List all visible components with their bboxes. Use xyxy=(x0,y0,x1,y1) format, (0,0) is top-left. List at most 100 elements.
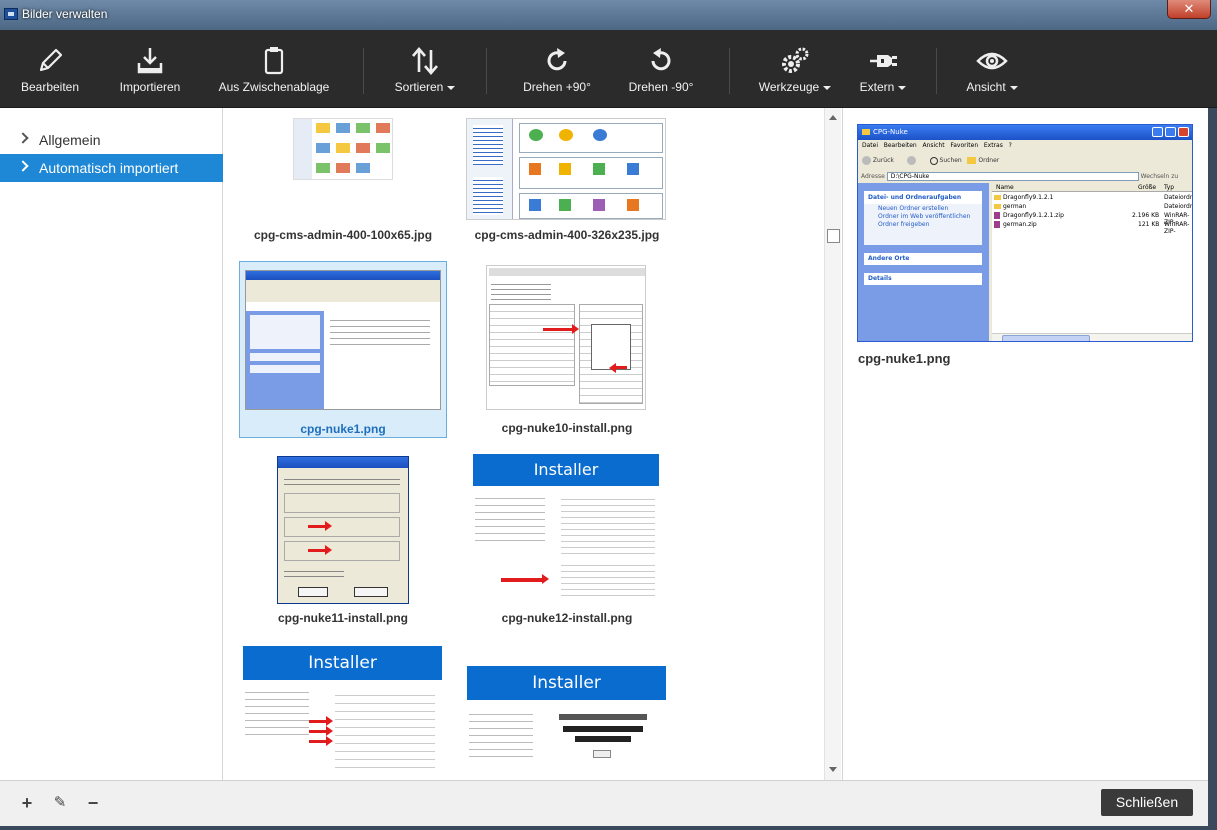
external-label: Extern xyxy=(859,80,895,94)
thumbnail-caption: cpg-cms-admin-400-100x65.jpg xyxy=(253,228,433,242)
sidebar-item-allgemein[interactable]: Allgemein xyxy=(0,126,223,154)
category-sidebar: Allgemein Automatisch importiert xyxy=(0,108,223,780)
close-button[interactable]: Schließen xyxy=(1101,789,1193,816)
sidebar-item-automatisch-importiert[interactable]: Automatisch importiert xyxy=(0,154,223,182)
window-title: Bilder verwalten xyxy=(22,7,108,21)
tasks-box: Datei- und Ordneraufgaben Neuen Ordner e… xyxy=(864,191,982,245)
edit-label: Bearbeiten xyxy=(20,80,80,94)
preview-menubar: Datei Bearbeiten Ansicht Favoriten Extra… xyxy=(862,142,1012,149)
app-icon xyxy=(4,8,18,20)
preview-file-list: Name Größe Typ Dragonfly9.1.2.1 Dateiord… xyxy=(992,183,1192,335)
column-name: Name xyxy=(996,184,1014,191)
menu-item: Ansicht xyxy=(922,142,945,149)
file-type: Dateiordner xyxy=(1164,194,1192,201)
thumbnail-caption: cpg-cms-admin-400-326x235.jpg xyxy=(474,228,660,242)
sidebar-item-label: Automatisch importiert xyxy=(39,160,179,176)
sort-label: Sortieren xyxy=(394,80,444,94)
rotate-plus-90-label: Drehen +90° xyxy=(523,80,591,94)
address-field: D:\CPG-Nuke xyxy=(886,172,1139,181)
thumbnail-caption: cpg-nuke12-install.png xyxy=(501,611,633,625)
view-button[interactable]: Ansicht xyxy=(956,30,1028,108)
file-type: Dateiordner xyxy=(1164,203,1192,210)
scrollbar-thumb[interactable] xyxy=(827,229,840,243)
remove-icon[interactable]: − xyxy=(84,794,102,812)
tasks-box-title: Datei- und Ordneraufgaben xyxy=(864,191,982,204)
back-icon xyxy=(862,156,871,165)
thumbnail-image xyxy=(245,270,441,410)
rotate-plus-90-button[interactable]: Drehen +90° xyxy=(514,30,600,108)
file-size: 121 KB xyxy=(1138,221,1160,228)
scroll-down-icon[interactable] xyxy=(829,767,837,772)
preview-window-titlebar: CPG-Nuke xyxy=(858,125,1192,140)
gallery-item[interactable]: cpg-cms-admin-400-100x65.jpg xyxy=(240,108,446,248)
forward-icon xyxy=(907,156,917,165)
search-label: Suchen xyxy=(939,157,962,164)
menu-item: ? xyxy=(1008,142,1012,149)
file-name: german.zip xyxy=(1003,221,1037,228)
task-item: Ordner freigeben xyxy=(878,221,930,228)
image-gallery: cpg-cms-admin-400-100x65.jpg cpg-cms-adm… xyxy=(224,108,824,780)
thumbnail-image: Installer xyxy=(243,646,442,776)
add-icon[interactable]: + xyxy=(18,794,36,812)
plug-icon xyxy=(870,55,897,67)
toolbar-separator xyxy=(729,48,730,94)
preview-pane: CPG-Nuke Datei Bearbeiten Ansicht Favori… xyxy=(842,108,1208,780)
edit-icon[interactable]: ✎ xyxy=(51,794,69,812)
preview-image: CPG-Nuke Datei Bearbeiten Ansicht Favori… xyxy=(857,124,1193,342)
chevron-down-icon xyxy=(898,85,907,90)
thumbnail-image: Installer xyxy=(467,666,666,772)
external-button[interactable]: Extern xyxy=(852,30,914,108)
from-clipboard-button[interactable]: Aus Zwischenablage xyxy=(218,30,330,108)
edit-button[interactable]: Bearbeiten xyxy=(10,30,90,108)
gallery-item[interactable]: cpg-cms-admin-400-326x235.jpg xyxy=(464,108,670,248)
scroll-up-icon[interactable] xyxy=(829,115,837,120)
menu-item: Datei xyxy=(862,142,879,149)
folder-icon xyxy=(994,204,1001,209)
gallery-item[interactable]: cpg-nuke10-install.png xyxy=(464,261,670,438)
tools-button[interactable]: Werkzeuge xyxy=(752,30,838,108)
address-label: Adresse xyxy=(861,173,885,180)
gears-icon xyxy=(782,47,809,73)
rotate-minus-90-button[interactable]: Drehen -90° xyxy=(620,30,702,108)
pencil-icon xyxy=(39,48,63,72)
thumbnail-image xyxy=(277,456,409,604)
preview-task-pane: Datei- und Ordneraufgaben Neuen Ordner e… xyxy=(858,183,989,341)
file-row: Dragonfly9.1.2.1 Dateiordner xyxy=(992,194,1192,203)
installer-heading: Installer xyxy=(473,454,659,486)
file-row: Dragonfly9.1.2.1.zip 2.196 KB WinRAR-ZIP… xyxy=(992,212,1192,226)
file-row: german Dateiordner xyxy=(992,203,1192,212)
preview-caption: cpg-nuke1.png xyxy=(858,351,951,366)
bottom-bar: + ✎ − Schließen xyxy=(0,780,1208,826)
gallery-item-selected[interactable]: cpg-nuke1.png xyxy=(239,261,447,438)
gallery-item[interactable]: Installer cpg-nuke12-install.png xyxy=(464,454,670,629)
gallery-item[interactable]: cpg-nuke11-install.png xyxy=(240,454,446,629)
window-close-button[interactable]: ✕ xyxy=(1167,0,1211,19)
thumbnail-caption: cpg-nuke1.png xyxy=(300,422,386,436)
installer-heading: Installer xyxy=(467,666,666,700)
gallery-scrollbar[interactable] xyxy=(824,108,841,780)
gallery-item[interactable]: Installer xyxy=(240,644,446,780)
menu-item: Bearbeiten xyxy=(883,142,917,149)
thumbnail-image: Installer xyxy=(473,454,659,604)
sidebar-item-label: Allgemein xyxy=(39,132,101,148)
eye-icon xyxy=(976,52,1008,70)
view-label: Ansicht xyxy=(966,80,1006,94)
import-tray-icon xyxy=(137,48,163,74)
import-button[interactable]: Importieren xyxy=(110,30,190,108)
thumbnail-image xyxy=(486,265,646,410)
chevron-down-icon xyxy=(447,85,456,90)
installer-heading: Installer xyxy=(243,646,442,680)
rotate-counterclockwise-icon xyxy=(651,48,671,71)
thumbnail-image xyxy=(466,118,666,220)
sort-button[interactable]: Sortieren xyxy=(384,30,466,108)
gallery-item[interactable]: Installer xyxy=(464,664,670,780)
chevron-down-icon xyxy=(1009,85,1018,90)
column-size: Größe xyxy=(1138,184,1157,191)
sort-arrows-icon xyxy=(412,47,438,75)
rotate-minus-90-label: Drehen -90° xyxy=(628,80,694,94)
import-label: Importieren xyxy=(119,80,181,94)
from-clipboard-label: Aus Zwischenablage xyxy=(218,80,330,94)
toolbar-separator xyxy=(936,48,937,94)
preview-hscrollbar xyxy=(992,333,1192,341)
chevron-right-icon xyxy=(17,160,29,172)
